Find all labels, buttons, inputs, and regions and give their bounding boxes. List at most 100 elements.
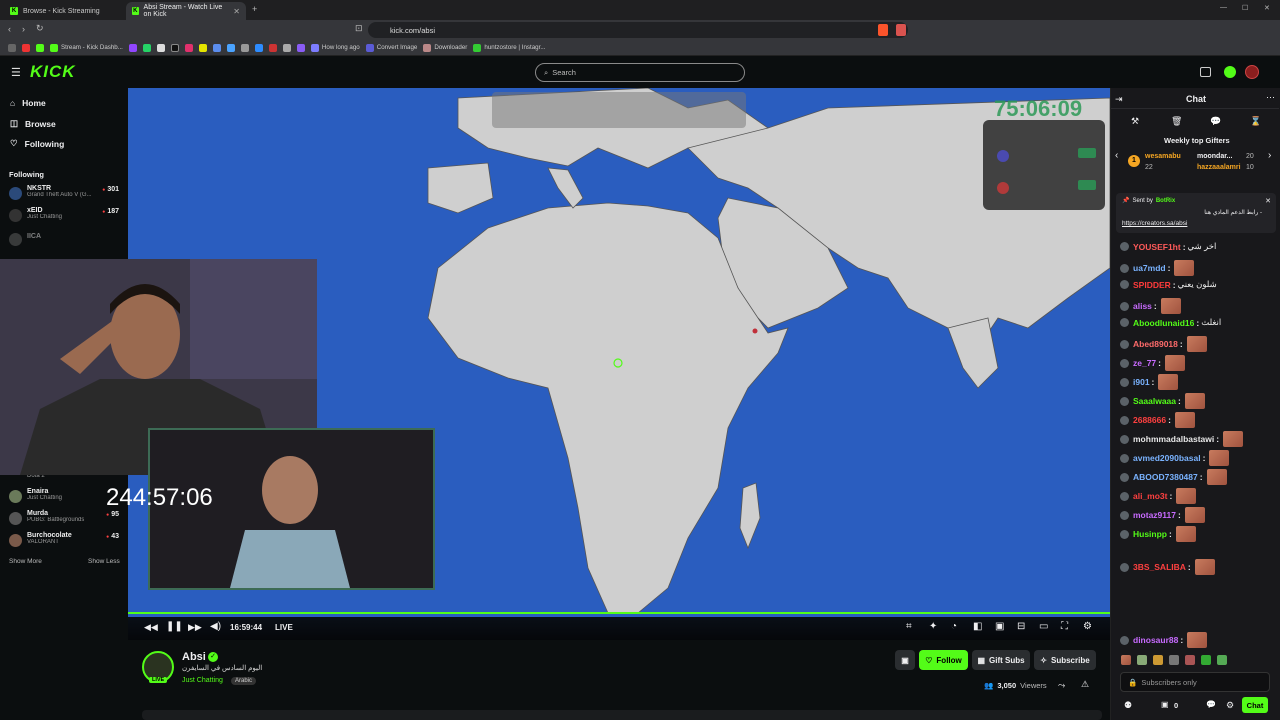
pip-icon[interactable]: ▣ — [995, 621, 1004, 632]
subscribe-button[interactable]: ✧ Subscribe — [1034, 650, 1096, 670]
url-field[interactable]: kick.com/absi — [368, 22, 908, 38]
chat-username[interactable]: ze_77 — [1133, 358, 1156, 368]
chat-username[interactable]: Husinpp — [1133, 529, 1167, 539]
chat-bubble-icon[interactable]: 💬 — [1210, 116, 1221, 127]
chat-username[interactable]: YOUSEF1ht — [1133, 242, 1181, 252]
volume-icon[interactable]: ◀) — [210, 621, 221, 632]
gift-subs-button[interactable]: ▦ Gift Subs — [972, 650, 1030, 670]
bookmark-item[interactable]: How long ago — [310, 43, 360, 52]
bookmark-icon[interactable] — [254, 43, 263, 52]
snapchat-icon[interactable] — [198, 43, 207, 52]
chat-username[interactable]: Aboodlunaid16 — [1133, 318, 1194, 328]
bookmark-icon[interactable] — [296, 43, 305, 52]
following-channel[interactable]: xEIDJust Chatting 187 — [9, 207, 121, 227]
gifter-name[interactable]: wesamabu — [1145, 153, 1181, 160]
notifications-icon[interactable] — [1224, 66, 1236, 78]
rewind-icon[interactable]: ◀◀ — [144, 622, 158, 633]
brave-shield-icon[interactable] — [878, 24, 888, 36]
fast-forward-icon[interactable]: ▶▶ — [188, 622, 202, 633]
notify-bell-button[interactable]: ▣ — [895, 650, 915, 670]
chevron-left-icon[interactable]: ‹ — [1115, 150, 1118, 161]
instagram-icon[interactable] — [184, 43, 193, 52]
streamer-name[interactable]: Absi — [182, 651, 206, 663]
following-channel[interactable]: BurchocolateVALORANT 43 — [9, 532, 121, 552]
new-tab-icon[interactable]: + — [252, 4, 257, 14]
nav-following[interactable]: ♡ Following — [10, 138, 64, 149]
chat-input[interactable]: 🔒 Subscribers only — [1120, 672, 1270, 692]
bookmark-item[interactable]: Downloader — [423, 43, 467, 52]
user-avatar[interactable] — [1245, 65, 1259, 79]
x-icon[interactable] — [156, 43, 165, 52]
clip-crop-icon[interactable]: ⌗ — [906, 621, 912, 632]
chat-username[interactable]: avmed2090basal — [1133, 453, 1201, 463]
search-input[interactable]: ⌕ Search — [535, 63, 745, 82]
playback-progress-bar[interactable] — [128, 612, 1110, 614]
tiktok-icon[interactable] — [170, 43, 179, 52]
nav-home[interactable]: ⌂ Home — [10, 98, 46, 108]
hourglass-icon[interactable]: ⌛ — [1250, 116, 1261, 127]
chat-username[interactable]: SPIDDER — [1133, 280, 1171, 290]
live-label[interactable]: LIVE — [275, 623, 293, 632]
back-icon[interactable]: ‹ — [8, 24, 11, 34]
bookmark-icon[interactable]: ⊡ — [355, 23, 363, 34]
chat-username[interactable]: ali_mo3t — [1133, 491, 1168, 501]
chat-username[interactable]: ua7mdd — [1133, 263, 1166, 273]
close-icon[interactable]: ✕ — [233, 7, 240, 16]
settings-gear-icon[interactable]: ⚙ — [1083, 621, 1092, 632]
mod-tools-icon[interactable]: ⚒ — [1131, 116, 1139, 127]
forward-icon[interactable]: › — [22, 24, 25, 34]
chat-username[interactable]: mohmmadalbastawi — [1133, 434, 1214, 444]
pinned-link[interactable]: https://creators.sa/absi — [1122, 220, 1187, 227]
chat-username[interactable]: aliss — [1133, 301, 1152, 311]
cast-icon[interactable]: ▭ — [1039, 621, 1048, 632]
maximize-icon[interactable]: ☐ — [1242, 4, 1248, 12]
bookmark-icon[interactable] — [282, 43, 291, 52]
bookmark-icon[interactable] — [268, 43, 277, 52]
language-tag[interactable]: Arabic — [231, 677, 257, 685]
show-less-link[interactable]: Show Less — [88, 558, 120, 565]
chat-username[interactable]: 3BS_SALIBA — [1133, 562, 1186, 572]
follow-button[interactable]: ♡ Follow — [919, 650, 968, 670]
pause-icon[interactable]: ❚❚ — [166, 621, 183, 632]
following-channel[interactable]: IICA — [9, 233, 121, 253]
apps-icon[interactable] — [8, 43, 16, 52]
pinned-message[interactable]: 📌 Sent by BotRix - رابط الدعم المادي هنا… — [1116, 193, 1276, 233]
brave-rewards-icon[interactable] — [896, 24, 906, 36]
trash-icon[interactable]: 🗑 — [1171, 116, 1182, 127]
settings-gear-icon[interactable]: ⚙ — [1226, 700, 1234, 711]
bookmark-item[interactable]: huntzostore | Instagr... — [473, 43, 546, 52]
chat-username[interactable]: dinosaur88 — [1133, 635, 1178, 645]
fullscreen-icon[interactable]: ⛶ — [1061, 621, 1068, 632]
chat-menu-icon[interactable]: ⋯ — [1266, 92, 1275, 103]
following-channel[interactable]: Enaira Just Chatting — [9, 488, 121, 508]
sparkle-icon[interactable]: ✦ — [929, 621, 937, 632]
whatsapp-icon[interactable] — [142, 43, 151, 52]
telegram-icon[interactable] — [226, 43, 235, 52]
speed-icon[interactable]: ◔ — [951, 621, 957, 632]
kick-icon[interactable] — [36, 43, 44, 52]
unpin-icon[interactable]: ✕ — [1265, 197, 1271, 205]
chat-bubble-icon[interactable]: 💬 — [1206, 700, 1216, 709]
menu-icon[interactable]: ☰ — [11, 66, 21, 79]
bookmark-item[interactable]: Stream - Kick Dashb... — [50, 43, 123, 52]
report-icon[interactable]: ⚠ — [1081, 679, 1089, 690]
github-icon[interactable] — [240, 43, 249, 52]
kick-logo[interactable]: KICK — [30, 62, 76, 82]
chat-username[interactable]: ABOOD7380487 — [1133, 472, 1198, 482]
youtube-icon[interactable] — [22, 43, 30, 52]
show-more-link[interactable]: Show More — [9, 558, 42, 565]
clips-icon[interactable] — [1200, 67, 1211, 77]
share-icon[interactable]: ⤳ — [1058, 680, 1065, 691]
window-close-icon[interactable]: ✕ — [1264, 4, 1270, 12]
chat-username[interactable]: Abed89018 — [1133, 339, 1178, 349]
gifter-name[interactable]: moondar... — [1197, 153, 1232, 160]
chevron-right-icon[interactable]: › — [1268, 150, 1271, 161]
emote-picker-icon[interactable]: ⚉ — [1124, 700, 1132, 711]
reload-icon[interactable]: ↻ — [36, 23, 44, 34]
mini-player-icon[interactable]: ⊟ — [1017, 621, 1025, 632]
stream-category-link[interactable]: Just Chatting — [182, 677, 223, 684]
theater-icon[interactable]: ◧ — [973, 621, 982, 632]
chat-username[interactable]: motaz9117 — [1133, 510, 1176, 520]
following-channel[interactable]: NKSTRGrand Theft Auto V (G... 301 — [9, 185, 121, 205]
bookmark-item[interactable]: Convert Image — [365, 43, 417, 52]
